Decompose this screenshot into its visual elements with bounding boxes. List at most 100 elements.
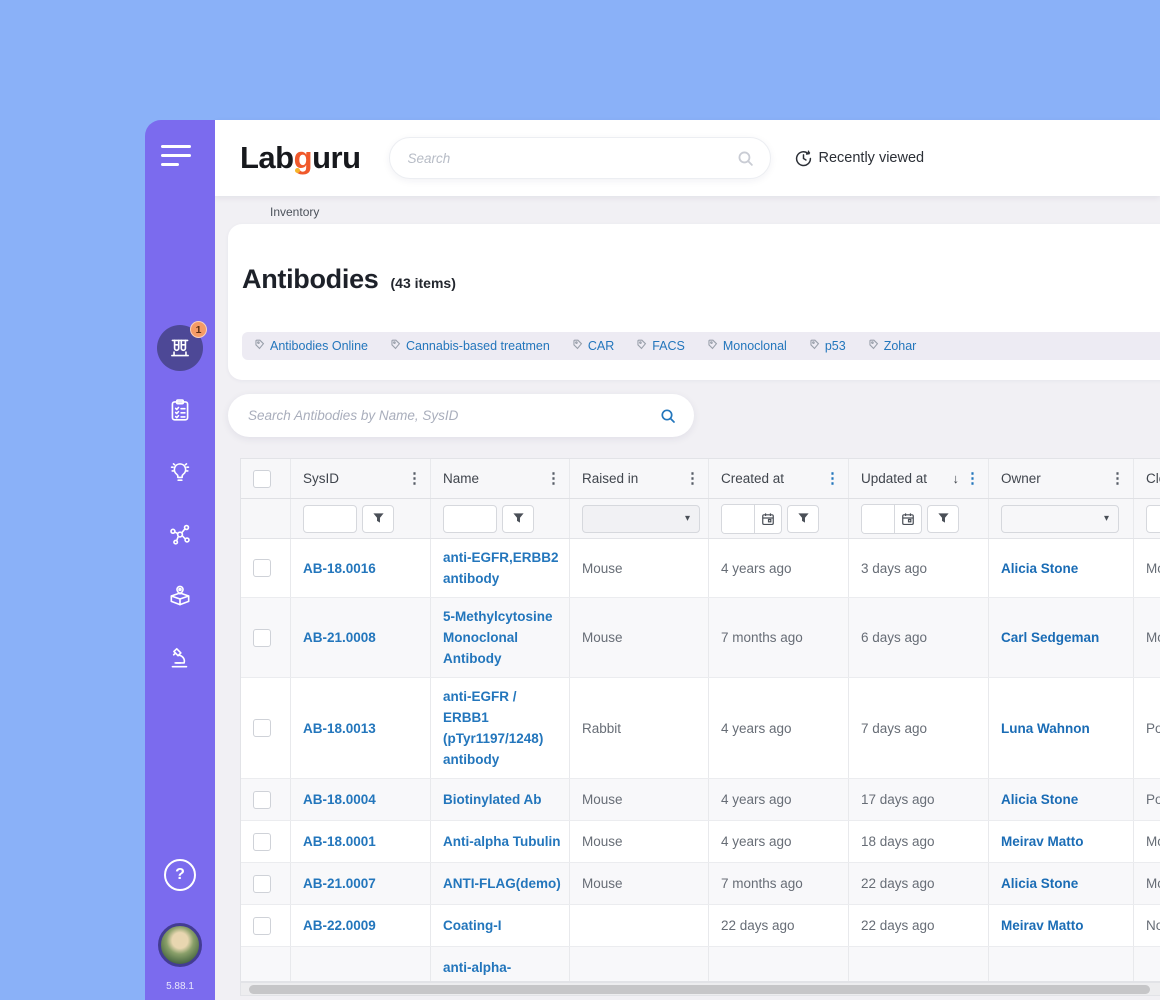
link-owner[interactable]: Alicia Stone: [1001, 789, 1078, 810]
sidebar-item-molecules[interactable]: [157, 511, 203, 557]
column-header-updated_at[interactable]: Updated at ↓ ⋮: [849, 459, 989, 498]
column-header-sysid[interactable]: SysID ⋮: [291, 459, 431, 498]
filter-input-clonality[interactable]: [1146, 504, 1160, 533]
calendar-icon[interactable]: [894, 504, 921, 533]
logo-text-lab: Lab: [240, 140, 294, 175]
column-menu-icon[interactable]: ⋮: [965, 471, 980, 486]
row-checkbox[interactable]: [253, 832, 271, 851]
tag-item[interactable]: FACS: [636, 339, 685, 353]
tag-label: FACS: [652, 339, 685, 353]
sidebar-item-storage[interactable]: [157, 573, 203, 619]
tag-item[interactable]: Cannabis-based treatmen: [390, 339, 550, 353]
sidebar-item-inventory[interactable]: 1: [157, 321, 207, 371]
global-search-input[interactable]: [405, 149, 737, 167]
filter-date-input-created_at[interactable]: [722, 504, 754, 533]
table-row[interactable]: AB-22.0009 Coating-I 22 days ago 22 days ag…: [241, 905, 1160, 947]
labguru-logo[interactable]: Lab g uru: [240, 140, 361, 176]
link-sysid[interactable]: AB-18.0004: [303, 789, 376, 810]
sidebar: 1 ? 5.88.1: [145, 120, 215, 1000]
filter-button-sysid[interactable]: [362, 504, 394, 533]
filter-select-owner[interactable]: ▾: [1001, 504, 1119, 533]
link-owner[interactable]: Luna Wahnon: [1001, 718, 1090, 739]
link-sysid[interactable]: AB-22.0009: [303, 915, 376, 936]
logo-text-uru: uru: [312, 140, 361, 175]
column-menu-icon[interactable]: ⋮: [1110, 471, 1125, 486]
select-all-checkbox[interactable]: [253, 469, 271, 488]
antibodies-search-input[interactable]: [246, 407, 660, 424]
table-row[interactable]: AB-18.0004 Biotinylated Ab Mouse 4 years ag…: [241, 779, 1160, 821]
column-menu-icon[interactable]: ⋮: [546, 471, 561, 486]
column-header-clonality[interactable]: Clonality⋮: [1134, 459, 1160, 498]
link-owner[interactable]: Alicia Stone: [1001, 873, 1078, 894]
row-checkbox-cell: [241, 947, 291, 981]
link-name[interactable]: anti-alpha-: [443, 957, 511, 978]
filter-button-created_at[interactable]: [787, 504, 819, 533]
link-sysid[interactable]: AB-18.0016: [303, 558, 376, 579]
row-checkbox[interactable]: [253, 719, 271, 737]
table-row[interactable]: anti-alpha-: [241, 947, 1160, 981]
link-name[interactable]: anti-EGFR,ERBB2 antibody: [443, 547, 561, 589]
row-checkbox[interactable]: [253, 559, 271, 577]
link-name[interactable]: 5-Methylcytosine Monoclonal Antibody: [443, 606, 561, 669]
row-checkbox[interactable]: [253, 628, 271, 647]
filter-select-raised_in[interactable]: ▾: [582, 504, 700, 533]
filter-input-name[interactable]: [443, 504, 497, 533]
link-owner[interactable]: Alicia Stone: [1001, 558, 1078, 579]
breadcrumb[interactable]: Inventory: [270, 205, 319, 219]
link-name[interactable]: anti-EGFR / ERBB1 (pTyr1197/1248) antibo…: [443, 686, 561, 770]
help-button[interactable]: ?: [164, 859, 196, 891]
filter-button-name[interactable]: [502, 504, 534, 533]
tag-item[interactable]: p53: [809, 339, 846, 353]
link-name[interactable]: Anti-alpha Tubulin: [443, 831, 560, 852]
column-header-name[interactable]: Name ⋮: [431, 459, 570, 498]
cell-sysid: AB-18.0001: [291, 821, 431, 862]
filter-checkbox-cell: [241, 499, 291, 538]
user-avatar[interactable]: [158, 923, 202, 967]
tag-item[interactable]: Monoclonal: [707, 339, 787, 353]
link-owner[interactable]: Meirav Matto: [1001, 831, 1084, 852]
menu-toggle-button[interactable]: [145, 120, 215, 190]
calendar-icon[interactable]: [754, 504, 781, 533]
app-window: Labguru Recently viewed 1: [0, 0, 1160, 1000]
scrollbar-thumb[interactable]: [249, 985, 1150, 994]
cell-raised_in: [570, 947, 709, 981]
lightbulb-icon: [170, 463, 190, 481]
sidebar-item-equipment[interactable]: [157, 635, 203, 681]
sidebar-item-ideas[interactable]: [157, 449, 203, 495]
column-header-owner[interactable]: Owner ⋮: [989, 459, 1134, 498]
tag-item[interactable]: CAR: [572, 339, 614, 353]
link-sysid[interactable]: AB-21.0007: [303, 873, 376, 894]
filter-button-updated_at[interactable]: [927, 504, 959, 533]
column-menu-icon[interactable]: ⋮: [825, 471, 840, 486]
table-row[interactable]: AB-21.0007 ANTI-FLAG(demo) Mouse 7 months a…: [241, 863, 1160, 905]
column-menu-icon[interactable]: ⋮: [407, 471, 422, 486]
tag-label: p53: [824, 339, 846, 353]
table-row[interactable]: AB-18.0016 anti-EGFR,ERBB2 antibody Mouse 4…: [241, 539, 1160, 598]
link-sysid[interactable]: AB-18.0013: [303, 718, 376, 739]
link-owner[interactable]: Meirav Matto: [1001, 915, 1084, 936]
tag-item[interactable]: Antibodies Online: [254, 339, 368, 353]
column-header-raised_in[interactable]: Raised in ⋮: [570, 459, 709, 498]
table-row[interactable]: AB-18.0013 anti-EGFR / ERBB1 (pTyr1197/12…: [241, 678, 1160, 779]
cell-owner: [989, 947, 1134, 981]
row-checkbox-cell: [241, 598, 291, 677]
filter-cell-owner: ▾: [989, 499, 1134, 538]
link-name[interactable]: Coating-I: [443, 915, 502, 936]
link-owner[interactable]: Carl Sedgeman: [1001, 627, 1099, 648]
table-row[interactable]: AB-18.0001 Anti-alpha Tubulin Mouse 4 years…: [241, 821, 1160, 863]
filter-date-input-updated_at[interactable]: [862, 504, 894, 533]
table-row[interactable]: AB-21.0008 5-Methylcytosine Monoclonal An…: [241, 598, 1160, 678]
link-name[interactable]: Biotinylated Ab: [443, 789, 542, 810]
row-checkbox[interactable]: [253, 790, 271, 809]
link-name[interactable]: ANTI-FLAG(demo): [443, 873, 561, 894]
link-sysid[interactable]: AB-21.0008: [303, 627, 376, 648]
recently-viewed-button[interactable]: Recently viewed: [795, 150, 924, 167]
row-checkbox[interactable]: [253, 874, 271, 893]
filter-input-sysid[interactable]: [303, 504, 357, 533]
row-checkbox[interactable]: [253, 916, 271, 935]
tag-item[interactable]: Zohar: [868, 339, 916, 353]
column-menu-icon[interactable]: ⋮: [685, 471, 700, 486]
link-sysid[interactable]: AB-18.0001: [303, 831, 376, 852]
sidebar-item-protocols[interactable]: [157, 387, 203, 433]
column-header-created_at[interactable]: Created at ⋮: [709, 459, 849, 498]
